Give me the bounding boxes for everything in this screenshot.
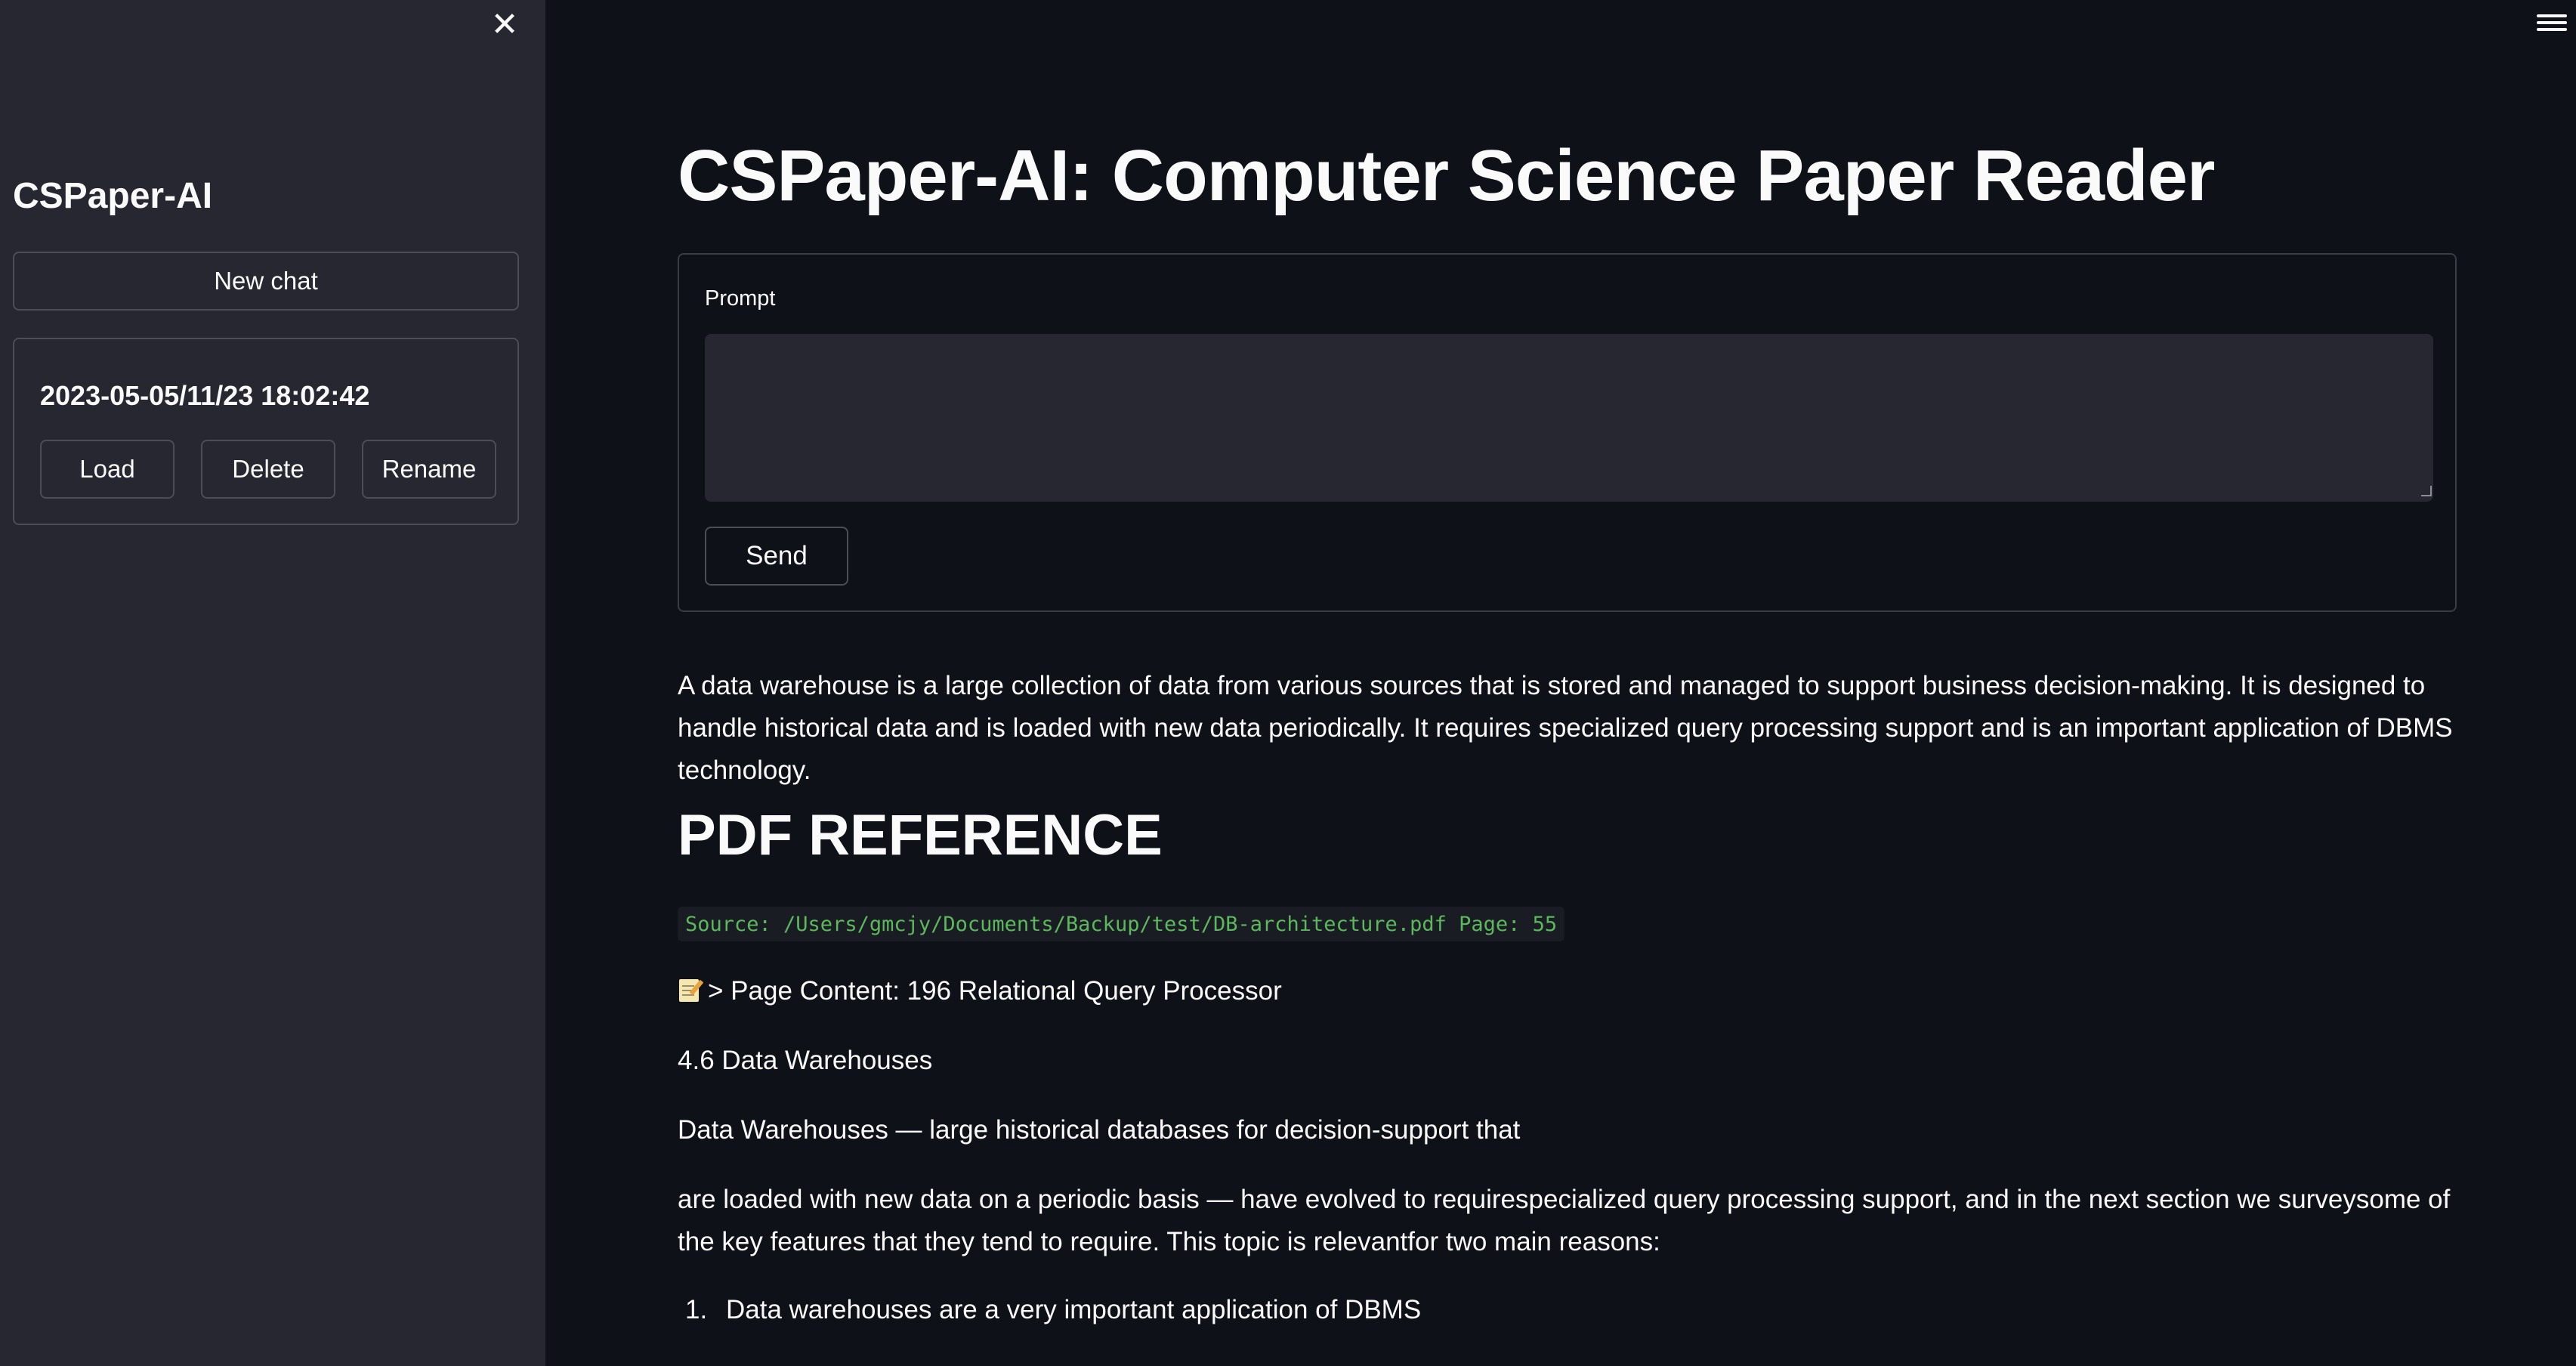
close-sidebar-icon[interactable]: ✕ (486, 6, 523, 43)
chat-timestamp: 2023-05-05/11/23 18:02:42 (40, 380, 370, 411)
send-button[interactable]: Send (705, 527, 848, 586)
sidebar-title: CSPaper-AI (13, 176, 213, 216)
delete-button[interactable]: Delete (201, 440, 335, 499)
paragraph-1: Data Warehouses — large historical datab… (678, 1115, 1521, 1145)
prompt-label: Prompt (705, 286, 776, 311)
source-path: Source: /Users/gmcjy/Documents/Backup/te… (678, 907, 1565, 941)
prompt-input[interactable] (705, 334, 2433, 502)
list-item: 1. Data warehouses are a very important a… (678, 1289, 2491, 1331)
list-item-number: 1. (685, 1295, 708, 1324)
memo-icon (678, 978, 704, 1003)
list-item-text: Data warehouses are a very important app… (726, 1295, 1422, 1324)
section-line: 4.6 Data Warehouses (678, 1046, 933, 1075)
prompt-form: Prompt Send (678, 253, 2457, 612)
sidebar: ✕ CSPaper-AI New chat 2023-05-05/11/23 1… (0, 0, 545, 1366)
rename-button[interactable]: Rename (362, 440, 496, 499)
answer-text: A data warehouse is a large collection o… (678, 671, 2453, 785)
new-chat-button[interactable]: New chat (13, 252, 519, 311)
load-button[interactable]: Load (40, 440, 175, 499)
paragraph-2: are loaded with new data on a periodic b… (678, 1185, 2451, 1256)
main-content: CSPaper-AI: Computer Science Paper Reade… (545, 0, 2576, 1366)
page-content-text: > Page Content: 196 Relational Query Pro… (708, 976, 1282, 1006)
resize-handle-icon[interactable] (2421, 486, 2432, 496)
page-title: CSPaper-AI: Computer Science Paper Reade… (678, 135, 2215, 216)
page-content-line: > Page Content: 196 Relational Query Pro… (678, 970, 2491, 1012)
chat-history-item: 2023-05-05/11/23 18:02:42 Load Delete Re… (13, 338, 519, 525)
reference-heading: PDF REFERENCE (678, 803, 1163, 867)
